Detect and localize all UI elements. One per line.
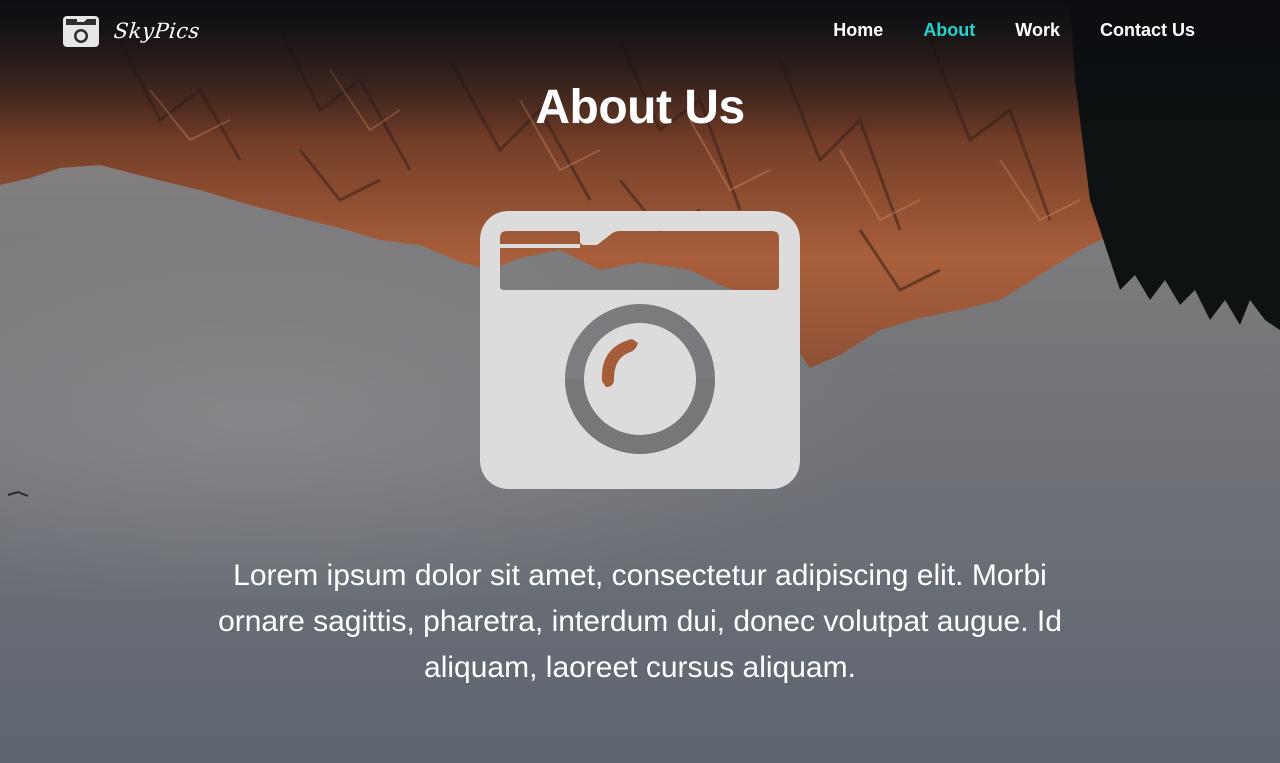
nav-item-contact-us[interactable]: Contact Us	[1100, 19, 1195, 41]
nav-item-home[interactable]: Home	[833, 19, 883, 41]
camera-icon	[63, 15, 99, 47]
main-nav: Home About Work Contact Us	[793, 19, 1195, 41]
camera-icon	[480, 211, 800, 489]
brand-logo-link[interactable]: SkyPics	[63, 14, 202, 48]
page-title: About Us	[535, 81, 745, 134]
nav-item-work[interactable]: Work	[1015, 19, 1060, 41]
nav-item-about[interactable]: About	[923, 19, 975, 41]
site-header: SkyPics Home About Work Contact Us	[0, 0, 1280, 62]
about-description: Lorem ipsum dolor sit amet, consectetur …	[218, 559, 1062, 684]
brand-name: SkyPics	[112, 19, 202, 43]
